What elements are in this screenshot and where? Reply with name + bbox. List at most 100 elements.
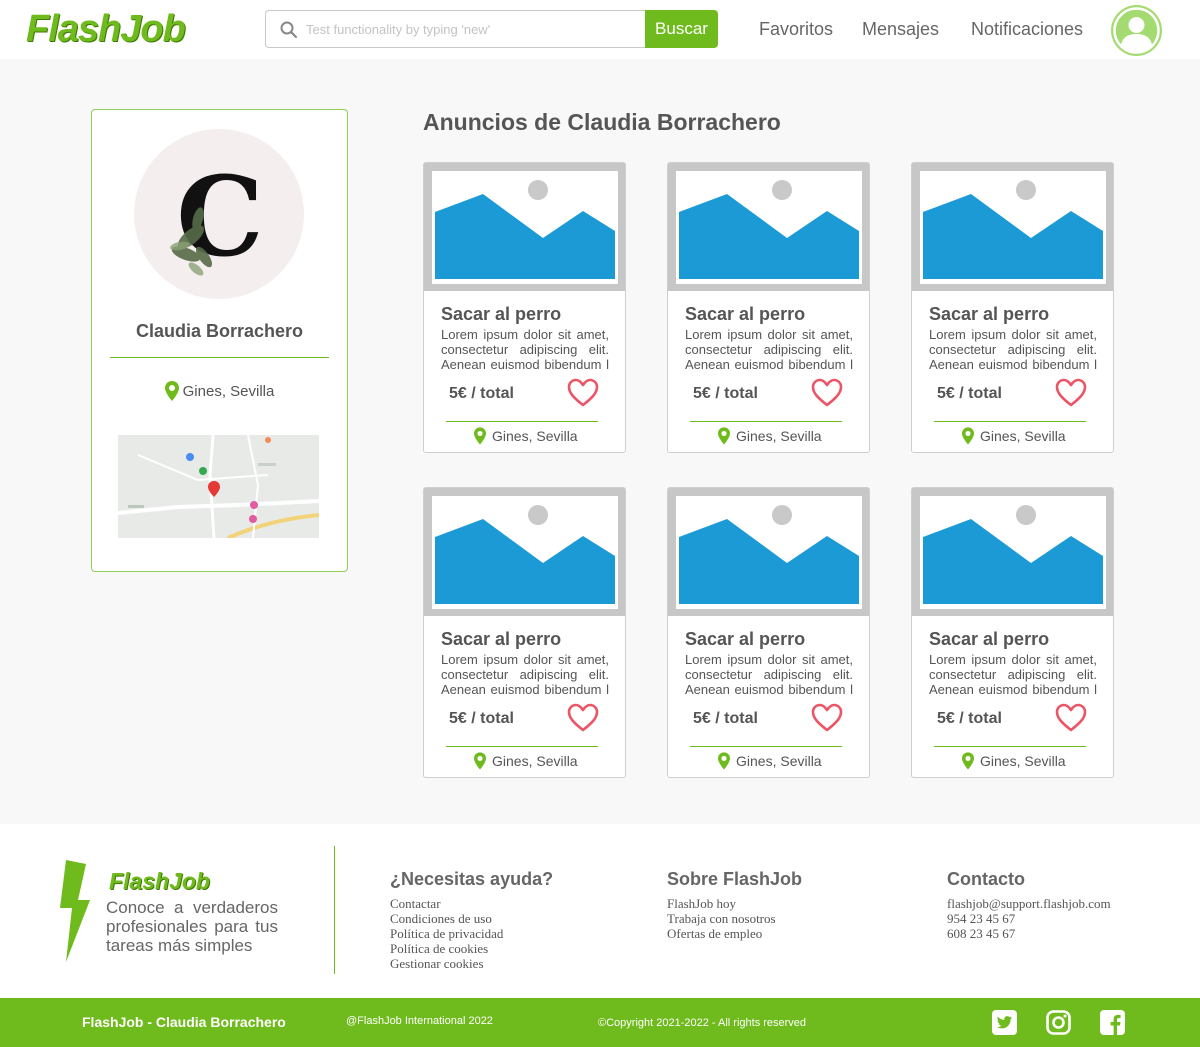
- footer-tagline: Conoce a verdaderos profesionales para t…: [106, 898, 278, 955]
- favorite-heart-icon[interactable]: [811, 378, 843, 408]
- favorite-heart-icon[interactable]: [1055, 378, 1087, 408]
- lightning-bolt-icon: [60, 860, 90, 962]
- profile-name: Claudia Borrachero: [135, 321, 304, 341]
- footer-link-privacidad[interactable]: Política de privacidad: [390, 926, 553, 941]
- ad-title[interactable]: Sacar al perro: [685, 304, 805, 325]
- profile-picture: C: [134, 129, 304, 299]
- ad-title[interactable]: Sacar al perro: [685, 629, 805, 650]
- footer-link-cookies[interactable]: Política de cookies: [390, 941, 553, 956]
- nav-favoritos[interactable]: Favoritos: [759, 19, 833, 40]
- favorite-heart-icon[interactable]: [1055, 703, 1087, 733]
- location-pin-icon: [962, 427, 974, 445]
- ad-location: Gines, Sevilla: [474, 752, 578, 770]
- ad-image-placeholder[interactable]: [668, 488, 869, 616]
- profile-location: Gines, Sevilla: [92, 381, 347, 401]
- location-pin-icon: [718, 427, 730, 445]
- user-avatar-icon[interactable]: [1111, 5, 1162, 56]
- ad-description: Lorem ipsum dolor sit amet, consectetur …: [929, 327, 1097, 372]
- bottom-bar: FlashJob - Claudia Borrachero @FlashJob …: [0, 998, 1200, 1047]
- nav-notificaciones[interactable]: Notificaciones: [971, 19, 1083, 40]
- ad-card[interactable]: Sacar al perro Lorem ipsum dolor sit amet…: [423, 162, 626, 453]
- contact-phone-2: 608 23 45 67: [947, 926, 1016, 941]
- ad-card[interactable]: Sacar al perro Lorem ipsum dolor sit amet…: [667, 162, 870, 453]
- footer-contact-column: Contacto flashjob@support.flashjob.com 9…: [947, 869, 1111, 941]
- ad-price: 5€ / total: [693, 710, 758, 727]
- image-placeholder-icon: [432, 496, 618, 609]
- search-icon: [280, 21, 298, 39]
- ad-price: 5€ / total: [449, 710, 514, 727]
- profile-location-text: Gines, Sevilla: [182, 382, 275, 400]
- profile-card: C Claudia Borrachero Gines, Sevilla: [91, 109, 348, 572]
- ad-location-text: Gines, Sevilla: [980, 428, 1066, 444]
- favorite-heart-icon[interactable]: [567, 703, 599, 733]
- ad-title[interactable]: Sacar al perro: [929, 304, 1049, 325]
- location-pin-icon: [164, 381, 179, 401]
- bottom-bar-title: FlashJob - Claudia Borrachero: [82, 1014, 286, 1030]
- divider: [934, 746, 1086, 747]
- footer-logo[interactable]: FlashJob: [109, 868, 210, 895]
- contact-email[interactable]: flashjob@support.flashjob.com: [947, 896, 1111, 911]
- ad-card[interactable]: Sacar al perro Lorem ipsum dolor sit amet…: [423, 487, 626, 778]
- image-placeholder-icon: [676, 171, 862, 284]
- footer: FlashJob Conoce a verdaderos profesional…: [0, 824, 1200, 998]
- footer-contact-title: Contacto: [947, 869, 1025, 889]
- image-placeholder-icon: [432, 171, 618, 284]
- ad-description: Lorem ipsum dolor sit amet, consectetur …: [441, 652, 609, 697]
- ad-title[interactable]: Sacar al perro: [929, 629, 1049, 650]
- ad-card[interactable]: Sacar al perro Lorem ipsum dolor sit amet…: [911, 162, 1114, 453]
- ad-image-placeholder[interactable]: [424, 163, 625, 291]
- ad-description: Lorem ipsum dolor sit amet, consectetur …: [929, 652, 1097, 697]
- location-pin-icon: [474, 427, 486, 445]
- divider: [690, 421, 842, 422]
- ad-price: 5€ / total: [937, 710, 1002, 727]
- search-box[interactable]: [265, 10, 645, 48]
- bottom-bar-handle: @FlashJob International 2022: [346, 1015, 493, 1027]
- image-placeholder-icon: [920, 171, 1106, 284]
- footer-link-contactar[interactable]: Contactar: [390, 896, 553, 911]
- ad-location: Gines, Sevilla: [962, 427, 1066, 445]
- copyright-text: ©Copyright 2021-2022 - All rights reserv…: [598, 1017, 807, 1029]
- search-input[interactable]: [306, 17, 626, 41]
- ad-description: Lorem ipsum dolor sit amet, consectetur …: [685, 327, 853, 372]
- footer-link-condiciones[interactable]: Condiciones de uso: [390, 911, 553, 926]
- ad-card[interactable]: Sacar al perro Lorem ipsum dolor sit amet…: [667, 487, 870, 778]
- ad-title[interactable]: Sacar al perro: [441, 304, 561, 325]
- ad-location-text: Gines, Sevilla: [736, 428, 822, 444]
- contact-phone-1: 954 23 45 67: [947, 911, 1016, 926]
- location-pin-icon: [718, 752, 730, 770]
- instagram-icon[interactable]: [1046, 1010, 1071, 1035]
- logo[interactable]: FlashJob: [26, 8, 186, 51]
- location-pin-icon: [962, 752, 974, 770]
- ad-card[interactable]: Sacar al perro Lorem ipsum dolor sit amet…: [911, 487, 1114, 778]
- ad-image-placeholder[interactable]: [912, 163, 1113, 291]
- facebook-icon[interactable]: [1100, 1010, 1125, 1035]
- ad-location: Gines, Sevilla: [962, 752, 1066, 770]
- ad-image-placeholder[interactable]: [668, 163, 869, 291]
- ad-image-placeholder[interactable]: [424, 488, 625, 616]
- favorite-heart-icon[interactable]: [811, 703, 843, 733]
- ad-location: Gines, Sevilla: [718, 752, 822, 770]
- favorite-heart-icon[interactable]: [567, 378, 599, 408]
- search-button[interactable]: Buscar: [645, 10, 718, 48]
- divider: [446, 746, 598, 747]
- ad-location: Gines, Sevilla: [718, 427, 822, 445]
- nav-mensajes[interactable]: Mensajes: [862, 19, 939, 40]
- location-map[interactable]: [118, 435, 319, 538]
- footer-about-column: Sobre FlashJob FlashJob hoy Trabaja con …: [667, 869, 802, 941]
- ad-description: Lorem ipsum dolor sit amet, consectetur …: [685, 652, 853, 697]
- image-placeholder-icon: [676, 496, 862, 609]
- svg-text:C: C: [176, 152, 264, 281]
- ad-image-placeholder[interactable]: [912, 488, 1113, 616]
- twitter-icon[interactable]: [992, 1010, 1017, 1035]
- footer-link-flashjob-hoy[interactable]: FlashJob hoy: [667, 896, 802, 911]
- ad-price: 5€ / total: [937, 385, 1002, 402]
- footer-link-gestionar-cookies[interactable]: Gestionar cookies: [390, 956, 553, 971]
- ad-location: Gines, Sevilla: [474, 427, 578, 445]
- footer-help-title: ¿Necesitas ayuda?: [390, 869, 554, 889]
- footer-help-column: ¿Necesitas ayuda? Contactar Condiciones …: [390, 869, 553, 971]
- ad-price: 5€ / total: [693, 385, 758, 402]
- footer-link-trabaja[interactable]: Trabaja con nosotros: [667, 911, 802, 926]
- ad-title[interactable]: Sacar al perro: [441, 629, 561, 650]
- footer-link-ofertas[interactable]: Ofertas de empleo: [667, 926, 802, 941]
- divider: [110, 357, 329, 358]
